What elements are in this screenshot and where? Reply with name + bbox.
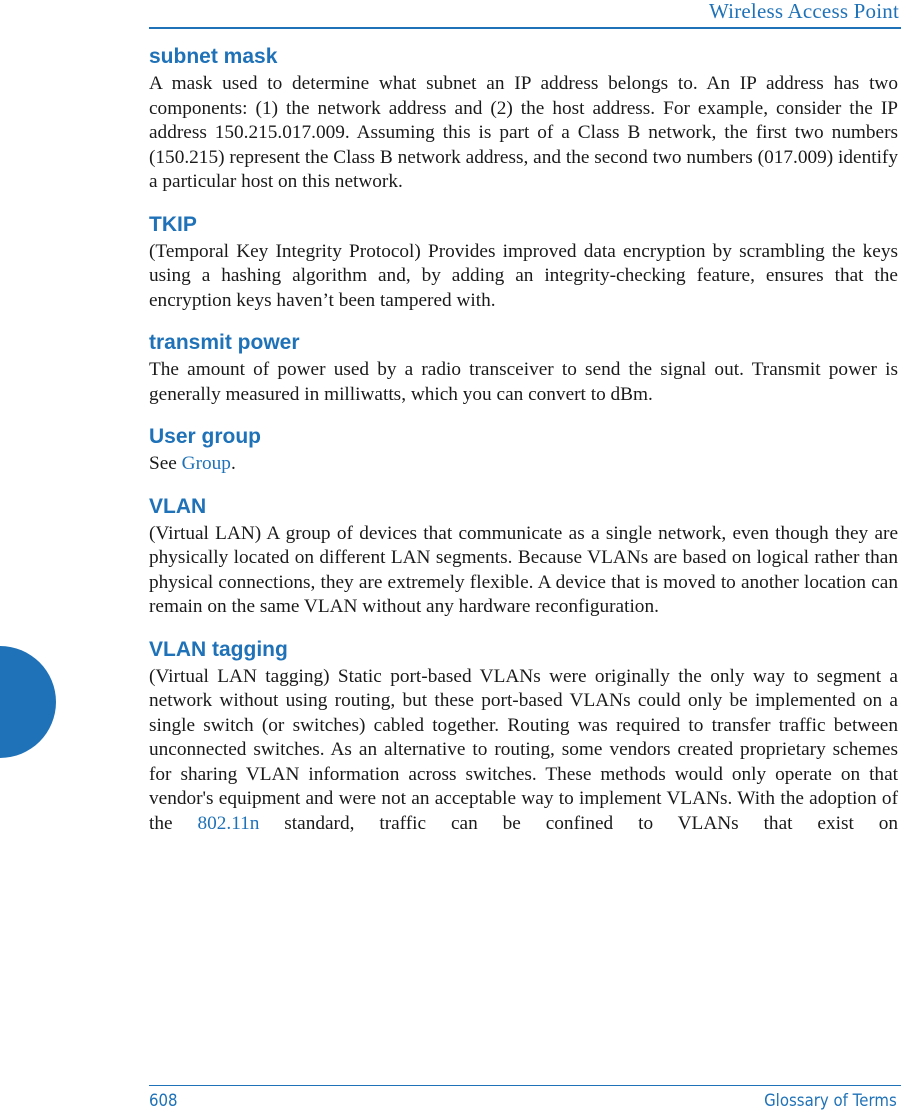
definition-text: See xyxy=(149,453,182,474)
definition-text: . xyxy=(230,453,236,474)
glossary-entry-subnet-mask: subnet mask A mask used to determine wha… xyxy=(149,44,898,195)
term-definition: See Group. xyxy=(149,452,898,477)
term-definition: The amount of power used by a radio tran… xyxy=(149,359,898,405)
footer-rule xyxy=(149,1085,901,1086)
term-heading: VLAN xyxy=(149,494,207,518)
glossary-entry-vlan-tagging: VLAN tagging (Virtual LAN tagging) Stati… xyxy=(149,637,898,837)
term-heading: TKIP xyxy=(149,212,197,236)
term-heading: transmit power xyxy=(149,331,300,354)
running-header-title: Wireless Access Point xyxy=(709,0,899,23)
glossary-entry-tkip: TKIP (Temporal Key Integrity Protocol) P… xyxy=(149,212,898,314)
term-definition: (Virtual LAN) A group of devices that co… xyxy=(149,522,898,618)
term-heading: subnet mask xyxy=(149,45,278,68)
cross-reference-link-group[interactable]: Group xyxy=(182,453,231,474)
page-number: 608 xyxy=(149,1091,178,1111)
footer-section-title: Glossary of Terms xyxy=(764,1091,897,1111)
glossary-content: subnet mask A mask used to determine wha… xyxy=(149,44,898,853)
definition-text: standard, traffic can be confined to VLA… xyxy=(259,812,898,834)
glossary-entry-transmit-power: transmit power The amount of power used … xyxy=(149,330,898,407)
chapter-tab-marker xyxy=(0,646,56,758)
glossary-entry-vlan: VLAN (Virtual LAN) A group of devices th… xyxy=(149,494,898,620)
glossary-entry-user-group: User group See Group. xyxy=(149,424,898,477)
header-rule xyxy=(149,27,901,29)
term-definition: (Virtual LAN tagging) Static port-based … xyxy=(149,665,898,837)
cross-reference-link-802-11n[interactable]: 802.11n xyxy=(197,813,259,834)
term-definition: (Temporal Key Integrity Protocol) Provid… xyxy=(149,240,898,311)
term-heading: User group xyxy=(149,425,262,448)
term-definition: A mask used to determine what subnet an … xyxy=(149,73,898,192)
definition-text: (Virtual LAN tagging) Static port-based … xyxy=(149,665,898,834)
term-heading: VLAN tagging xyxy=(149,637,288,661)
